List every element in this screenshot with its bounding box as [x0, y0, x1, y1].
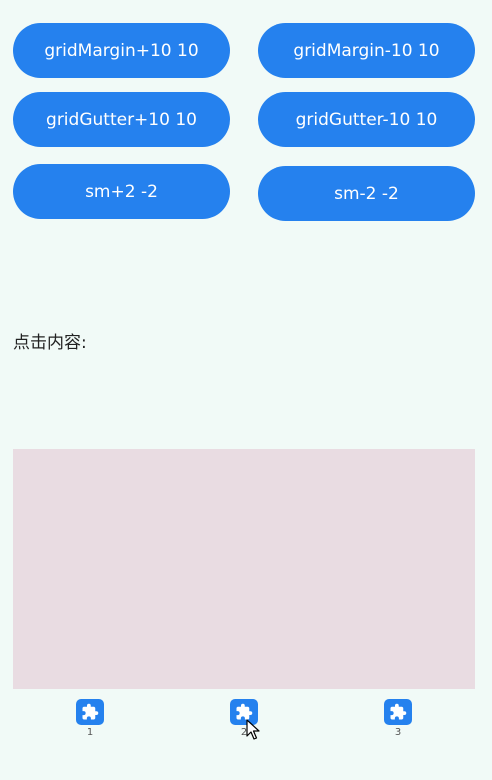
tab-bar: 1 2 3 — [13, 689, 475, 749]
sm-plus-button[interactable]: sm+2 -2 — [13, 164, 230, 219]
grid-gutter-minus-button[interactable]: gridGutter-10 10 — [258, 92, 475, 147]
click-content-label: 点击内容: — [13, 333, 87, 353]
grid-margin-plus-button[interactable]: gridMargin+10 10 — [13, 23, 230, 78]
mouse-pointer-icon — [246, 719, 260, 741]
grid-margin-minus-button[interactable]: gridMargin-10 10 — [258, 23, 475, 78]
tab-content-area — [13, 449, 475, 689]
click-content-text: 点击内容: — [13, 328, 87, 353]
sm-minus-button[interactable]: sm-2 -2 — [258, 166, 475, 221]
tab-label: 3 — [394, 727, 402, 738]
tab-1[interactable]: 1 — [70, 699, 110, 741]
puzzle-icon — [384, 699, 412, 725]
grid-gutter-plus-button[interactable]: gridGutter+10 10 — [13, 92, 230, 147]
tab-label: 1 — [86, 727, 94, 738]
tab-3[interactable]: 3 — [378, 699, 418, 741]
puzzle-icon — [76, 699, 104, 725]
